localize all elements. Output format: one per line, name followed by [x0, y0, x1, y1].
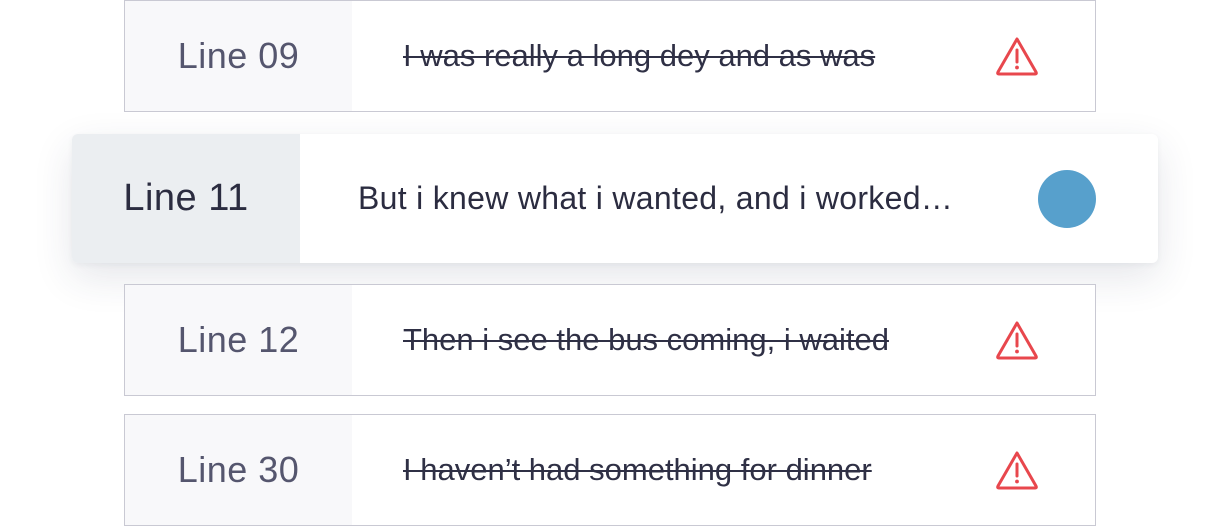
warning-icon[interactable] — [995, 450, 1039, 490]
line-number-label: Line 12 — [125, 285, 352, 395]
status-cell — [995, 415, 1095, 525]
warning-icon[interactable] — [995, 36, 1039, 76]
line-number-label: Line 09 — [125, 1, 352, 111]
line-number-label: Line 30 — [125, 415, 352, 525]
line-row-11-active[interactable]: Line 11 But i knew what i wanted, and i … — [72, 134, 1158, 263]
line-text-struck: I haven’t had something for dinner — [403, 452, 872, 487]
line-row-12[interactable]: Line 12 Then i see the bus coming, i wai… — [124, 284, 1096, 396]
status-cell — [995, 285, 1095, 395]
line-review-list: Line 09 I was really a long dey and as w… — [0, 0, 1228, 526]
status-dot-icon[interactable] — [1038, 169, 1096, 228]
warning-icon[interactable] — [995, 320, 1039, 360]
line-text: But i knew what i wanted, and i worked… — [358, 180, 954, 216]
status-cell — [1038, 134, 1158, 263]
line-row-30[interactable]: Line 30 I haven’t had something for dinn… — [124, 414, 1096, 526]
status-cell — [995, 1, 1095, 111]
line-text-struck: I was really a long dey and as was — [403, 38, 876, 73]
line-text-struck: Then i see the bus coming, i waited — [403, 322, 889, 357]
line-row-09[interactable]: Line 09 I was really a long dey and as w… — [124, 0, 1096, 112]
line-number-label: Line 11 — [72, 134, 300, 263]
